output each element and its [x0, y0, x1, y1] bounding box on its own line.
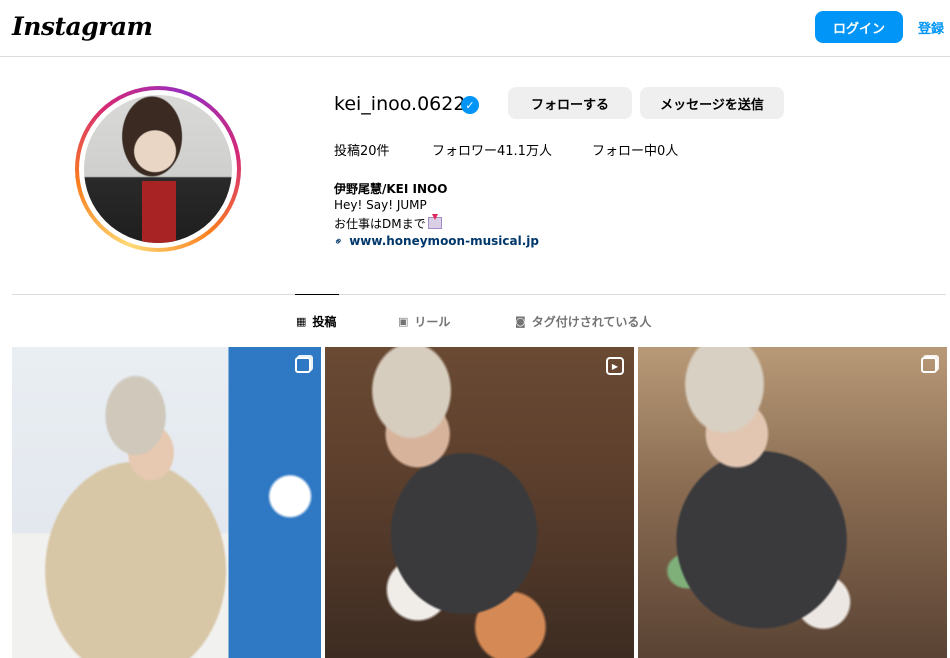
follow-button[interactable]: フォローする [508, 87, 632, 119]
login-button[interactable]: ログイン [815, 11, 903, 43]
bio-link-text[interactable]: www.honeymoon-musical.jp [349, 234, 539, 248]
tab-label: リール [414, 315, 451, 329]
tab-label: タグ付けされている人 [531, 315, 652, 329]
post-thumbnail[interactable] [638, 347, 947, 658]
post-thumbnail[interactable] [12, 347, 321, 658]
avatar-ring-gap [79, 90, 237, 248]
profile-avatar[interactable] [84, 95, 232, 243]
post-thumbnail[interactable]: ▶ [325, 347, 634, 658]
reels-icon: ▣ [398, 315, 409, 328]
bio-display-name: 伊野尾慧/KEI INOO [334, 182, 448, 196]
profile-avatar-story-ring[interactable] [75, 86, 241, 252]
bio-line: Hey! Say! JUMP [334, 198, 427, 212]
followers-count[interactable]: フォロワー41.1万人 [432, 140, 552, 159]
instagram-logo[interactable]: Instagram [12, 12, 153, 41]
bio-line-text: お仕事はDMまで [334, 217, 426, 231]
envelope-with-arrow-icon [427, 214, 442, 229]
reel-icon: ▶ [606, 357, 624, 375]
carousel-icon [921, 357, 937, 373]
grid-icon: ▦ [296, 315, 307, 328]
active-tab-indicator [295, 294, 339, 295]
tagged-icon: ◙ [515, 315, 526, 328]
tab-tagged[interactable]: ◙ タグ付けされている人 [515, 313, 651, 330]
send-message-button[interactable]: メッセージを送信 [640, 87, 784, 119]
tabs-divider [12, 294, 946, 295]
profile-username: kei_inoo.0622 [334, 93, 466, 115]
tab-reels[interactable]: ▣ リール [398, 313, 450, 330]
tab-label: 投稿 [312, 315, 337, 329]
avatar-photo-detail [142, 181, 176, 243]
signup-link[interactable]: 登録 [918, 18, 944, 37]
posts-count: 投稿20件 [334, 144, 390, 159]
bio-external-link[interactable]: ⚭ www.honeymoon-musical.jp [330, 233, 539, 249]
link-icon: ⚭ [330, 233, 347, 249]
carousel-icon [295, 357, 311, 373]
tab-posts[interactable]: ▦ 投稿 [296, 313, 336, 330]
top-navigation-bar: Instagram ログイン 登録 [0, 0, 950, 57]
following-count[interactable]: フォロー中0人 [592, 140, 678, 159]
bio-line-contact: お仕事はDMまで [334, 214, 442, 232]
verified-badge-icon: ✓ [461, 96, 479, 114]
